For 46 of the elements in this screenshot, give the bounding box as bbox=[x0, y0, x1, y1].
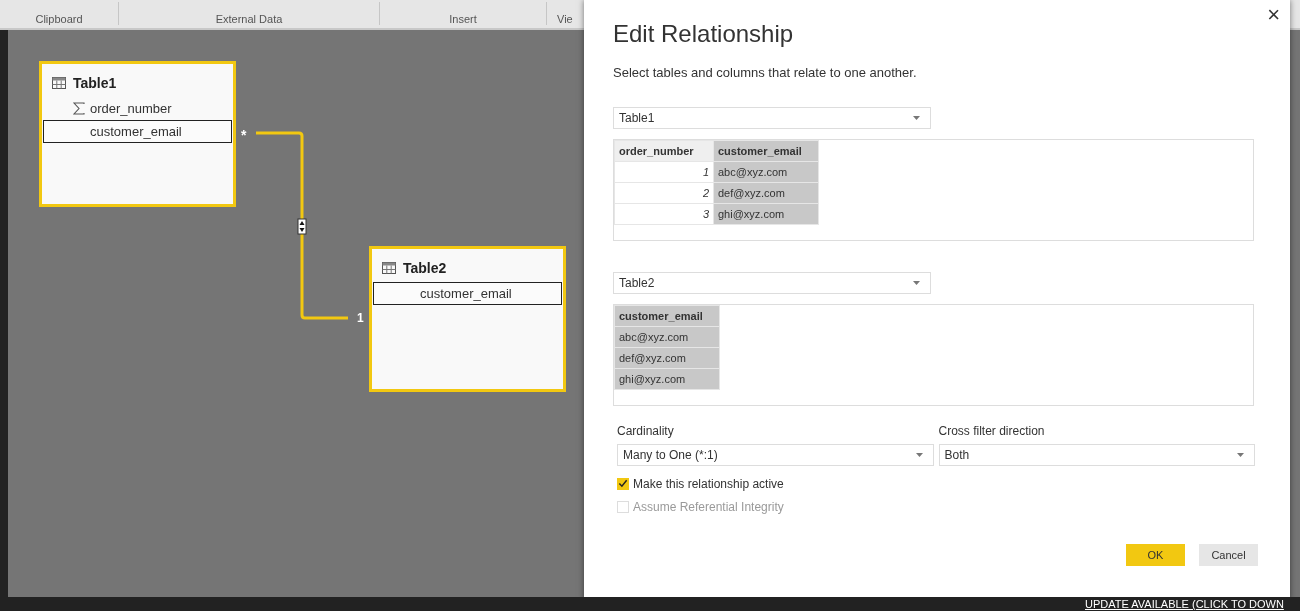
dropdown[interactable]: Both bbox=[938, 444, 1255, 466]
field-label: Cardinality bbox=[617, 424, 675, 438]
dropdown-caret-icon bbox=[1237, 453, 1244, 457]
field-row[interactable]: customer_email bbox=[373, 282, 562, 305]
field-row[interactable]: order_number bbox=[43, 97, 232, 120]
table-cell: 1 bbox=[614, 161, 714, 183]
table-icon bbox=[52, 77, 66, 89]
table-card[interactable]: Table1 order_number customer_email bbox=[39, 61, 236, 207]
table-cell: def@xyz.com bbox=[614, 347, 720, 369]
cardinality-label: 1 bbox=[357, 311, 364, 325]
table-cell: abc@xyz.com bbox=[614, 326, 720, 348]
column-header[interactable]: order_number bbox=[614, 140, 714, 162]
table-cell: ghi@xyz.com bbox=[614, 368, 720, 390]
relationship-line[interactable] bbox=[256, 131, 348, 320]
column-header[interactable]: customer_email bbox=[713, 140, 819, 162]
dropdown-caret-icon bbox=[913, 281, 920, 285]
ribbon-group-label: Clipboard bbox=[34, 13, 84, 25]
sigma-icon bbox=[73, 102, 85, 115]
ribbon-group-label: Vie bbox=[556, 13, 574, 25]
checkbox-label: Assume Referential Integrity bbox=[633, 499, 784, 514]
field-label: Cross filter direction bbox=[938, 424, 1046, 438]
dropdown-caret-icon bbox=[913, 116, 920, 120]
table-name: Table2 bbox=[403, 260, 447, 276]
table-cell: 2 bbox=[614, 182, 714, 204]
dialog-subtitle: Select tables and columns that relate to one another. bbox=[613, 65, 918, 80]
cardinality-label: * bbox=[241, 127, 247, 143]
close-button[interactable]: × bbox=[1267, 2, 1280, 28]
table-name: Table1 bbox=[73, 75, 117, 91]
table-dropdown[interactable]: Table1 bbox=[613, 107, 931, 129]
ok-button[interactable]: OK bbox=[1126, 544, 1185, 566]
checkbox[interactable] bbox=[617, 477, 629, 490]
cancel-button[interactable]: Cancel bbox=[1199, 544, 1258, 566]
column-header[interactable]: customer_email bbox=[614, 305, 720, 327]
dropdown[interactable]: Many to One (*:1) bbox=[617, 444, 934, 466]
filter-direction-icon bbox=[297, 218, 307, 235]
dialog-title: Edit Relationship bbox=[613, 20, 795, 49]
update-link[interactable]: UPDATE AVAILABLE (CLICK TO DOWN bbox=[1085, 598, 1284, 610]
dropdown-caret-icon bbox=[915, 453, 923, 457]
table-cell: 3 bbox=[614, 203, 714, 225]
ribbon-group-label: Insert bbox=[448, 13, 478, 25]
table-card[interactable]: Table2 customer_email bbox=[369, 246, 566, 392]
checkbox-label: Make this relationship active bbox=[633, 476, 784, 491]
ribbon-group-label: External Data bbox=[214, 13, 284, 25]
table-dropdown[interactable]: Table2 bbox=[613, 272, 931, 294]
field-row[interactable]: customer_email bbox=[43, 120, 232, 143]
table-icon bbox=[382, 262, 396, 274]
